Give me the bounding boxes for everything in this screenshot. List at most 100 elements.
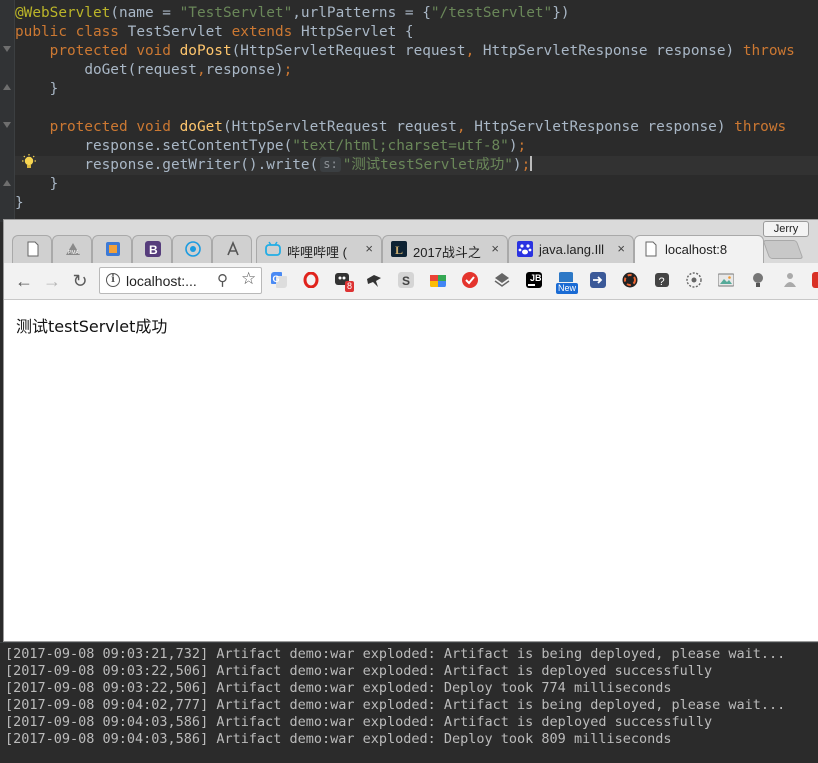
- new-tab-button[interactable]: [762, 240, 804, 259]
- image-icon[interactable]: [718, 272, 734, 288]
- url-text[interactable]: localhost:...: [126, 273, 197, 289]
- code-token: throws: [734, 119, 787, 135]
- tab-pinned-bootstrap[interactable]: B: [132, 235, 172, 263]
- reload-icon[interactable]: ↻: [69, 270, 91, 292]
- code-token: protected: [49, 43, 128, 59]
- text-caret: [530, 156, 533, 171]
- profile-button[interactable]: Jerry: [763, 221, 809, 237]
- code-token: response): [205, 62, 284, 78]
- svg-text:B: B: [149, 243, 158, 257]
- code-token: HttpServletResponse response): [474, 43, 743, 59]
- tab-pinned-angular[interactable]: [212, 235, 252, 263]
- league-icon: L: [391, 241, 407, 257]
- close-icon[interactable]: ×: [617, 241, 625, 256]
- console-line: [2017-09-08 09:03:21,732] Artifact demo:…: [5, 646, 786, 662]
- code-token: void: [136, 119, 171, 135]
- tab-title: 2017战斗之: [413, 245, 481, 260]
- browser-toolbar: ← → ↻ i localhost:... ⚲ ☆ G 8 S JB New ?: [4, 263, 818, 300]
- tab-localhost-active[interactable]: localhost:8: [634, 235, 764, 263]
- person-icon[interactable]: [782, 272, 798, 288]
- forward-arrow-icon[interactable]: →: [41, 270, 63, 292]
- tab-title: localhost:8: [665, 242, 728, 257]
- checkmark-icon[interactable]: [462, 272, 478, 288]
- tab-java-exception[interactable]: java.lang.Ill ×: [508, 235, 634, 263]
- run-console[interactable]: [2017-09-08 09:03:21,732] Artifact demo:…: [0, 642, 818, 763]
- console-line: [2017-09-08 09:04:03,586] Artifact demo:…: [5, 731, 672, 747]
- address-bar[interactable]: i localhost:... ⚲ ☆: [99, 267, 262, 294]
- code-token: "TestServlet": [179, 5, 293, 21]
- code-token: response.setContentType(: [84, 138, 293, 154]
- page-icon: [645, 241, 657, 257]
- code-line-2: public class TestServlet extends HttpSer…: [15, 23, 414, 42]
- lightbulb-icon[interactable]: [21, 154, 37, 170]
- code-token: ): [512, 157, 522, 173]
- code-token: public: [15, 24, 67, 40]
- code-token: ;: [283, 62, 293, 78]
- color-wheel-icon[interactable]: [622, 272, 638, 288]
- code-editor[interactable]: @WebServlet(name = "TestServlet",urlPatt…: [0, 0, 818, 222]
- console-line: [2017-09-08 09:04:02,777] Artifact demo:…: [5, 697, 786, 713]
- mail-badge: 8: [345, 281, 355, 292]
- code-token: doGet: [179, 119, 223, 135]
- console-line: [2017-09-08 09:04:03,586] Artifact demo:…: [5, 714, 713, 730]
- code-line-8: response.setContentType("text/html;chars…: [15, 137, 526, 156]
- close-icon[interactable]: ×: [365, 241, 373, 256]
- code-token: (HttpServletRequest request: [222, 119, 457, 135]
- gradient-app-icon: [106, 242, 120, 256]
- svg-text:L: L: [395, 243, 403, 257]
- bookmark-star-icon[interactable]: ☆: [241, 269, 256, 289]
- code-token: ,urlPatterns = {: [292, 5, 431, 21]
- tab-pinned-target[interactable]: [172, 235, 212, 263]
- baidu-paw-icon: [517, 241, 533, 257]
- info-icon[interactable]: i: [106, 273, 120, 287]
- tab-pinned-page[interactable]: [12, 235, 52, 263]
- tab-bilibili[interactable]: 哔哩哔哩 ( ×: [256, 235, 382, 263]
- code-line-9: response.getWriter().write(s: "测试testServ…: [15, 156, 533, 175]
- code-line-10: }: [15, 175, 59, 194]
- opera-icon[interactable]: [303, 272, 319, 288]
- back-arrow-icon[interactable]: ←: [13, 270, 35, 292]
- code-token: "/testServlet": [430, 5, 553, 21]
- phpmyadmin-icon: PMA: [66, 243, 80, 256]
- code-token: }): [552, 5, 570, 21]
- close-icon[interactable]: ×: [491, 241, 499, 256]
- angular-icon: [227, 241, 239, 256]
- bird-icon[interactable]: [366, 272, 382, 288]
- code-token: "text/html;charset=utf-8": [292, 138, 509, 154]
- jetbrains-label: JB: [530, 273, 542, 283]
- code-token: @WebServlet: [15, 5, 111, 21]
- svg-text:?: ?: [659, 276, 665, 288]
- translate-icon[interactable]: G: [271, 272, 287, 288]
- tab-pinned-gradient[interactable]: [92, 235, 132, 263]
- chrome-web-store-icon[interactable]: [430, 272, 446, 288]
- code-line-1: @WebServlet(name = "TestServlet",urlPatt…: [15, 4, 570, 23]
- fold-collapse-icon[interactable]: [3, 122, 11, 128]
- fold-end-icon[interactable]: [3, 180, 11, 186]
- code-token: TestServlet: [127, 24, 223, 40]
- code-line-5: }: [15, 80, 59, 99]
- settings-icon[interactable]: [686, 272, 702, 288]
- console-line: [2017-09-08 09:03:22,506] Artifact demo:…: [5, 680, 672, 696]
- fold-collapse-icon[interactable]: [3, 46, 11, 52]
- code-token: ;: [517, 138, 527, 154]
- code-token: HttpServletResponse response): [465, 119, 735, 135]
- tab-league[interactable]: L 2017战斗之 ×: [382, 235, 508, 263]
- code-token: protected: [49, 119, 128, 135]
- layers-icon[interactable]: [494, 272, 510, 288]
- fold-end-icon[interactable]: [3, 84, 11, 90]
- parameter-hint: s:: [320, 157, 341, 172]
- zoom-icon[interactable]: ⚲: [217, 271, 228, 289]
- shield-question-icon[interactable]: ?: [654, 272, 670, 288]
- code-token: doPost: [179, 43, 232, 59]
- editor-gutter: [0, 0, 15, 222]
- enter-arrow-icon[interactable]: [590, 272, 606, 288]
- red-extension-icon[interactable]: [812, 272, 818, 288]
- lightbulb-extension-icon[interactable]: [750, 272, 766, 288]
- code-token: ,: [196, 62, 206, 78]
- code-token: extends: [231, 24, 293, 40]
- code-token: }: [49, 176, 59, 192]
- s-extension-icon[interactable]: S: [398, 272, 414, 288]
- code-token: HttpServlet {: [300, 24, 414, 40]
- code-token: class: [75, 24, 119, 40]
- tab-pinned-phpmyadmin[interactable]: PMA: [52, 235, 92, 263]
